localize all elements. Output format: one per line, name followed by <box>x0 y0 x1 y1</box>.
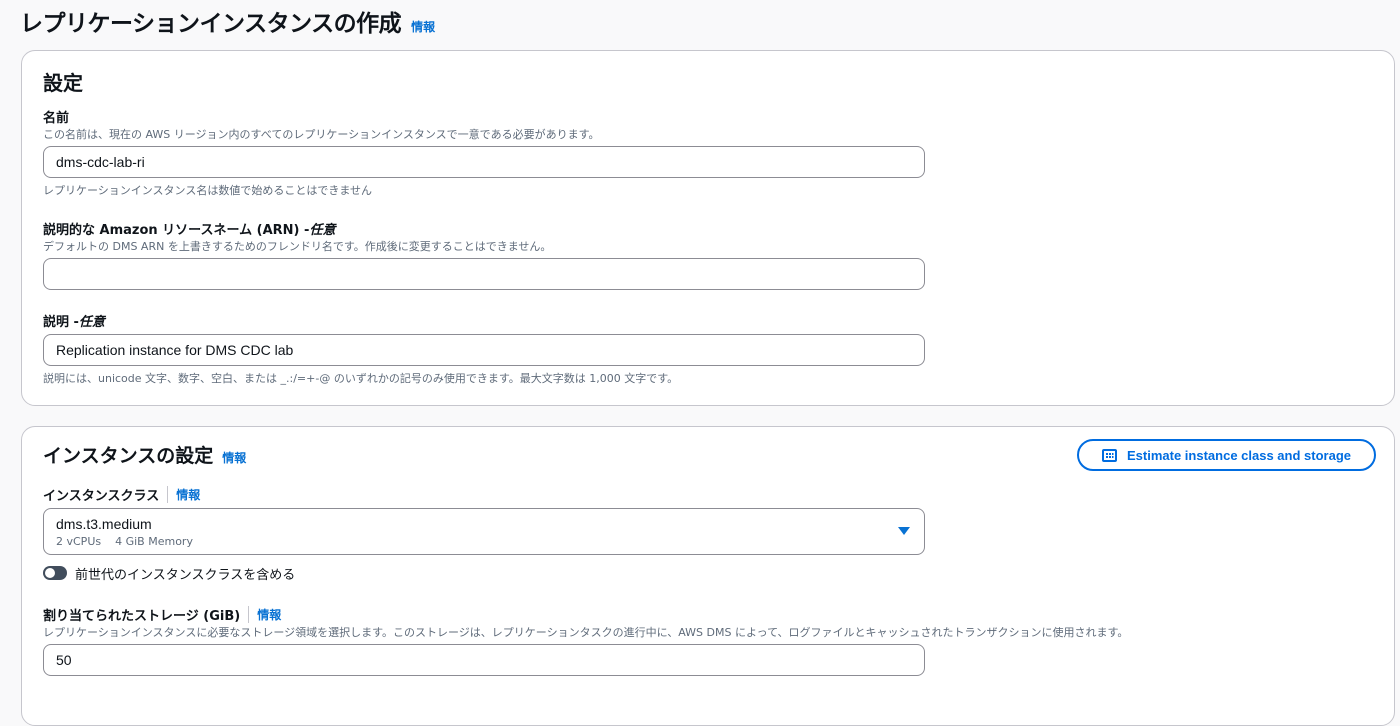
instance-heading-text: インスタンスの設定 <box>43 445 214 467</box>
settings-heading-text: 設定 <box>43 71 83 95</box>
arn-label: 説明的な Amazon リソースネーム (ARN) - 任意 <box>43 219 335 238</box>
previous-generation-label: 前世代のインスタンスクラスを含める <box>75 568 296 583</box>
arn-description: デフォルトの DMS ARN を上書きするためのフレンドリ名です。作成後に変更す… <box>43 240 552 253</box>
previous-generation-toggle[interactable] <box>43 566 67 580</box>
instance-info-link[interactable]: 情報 <box>222 449 246 466</box>
vcpu-count: 2 vCPUs <box>56 535 102 548</box>
name-hint: レプリケーションインスタンス名は数値で始めることはできません <box>43 184 373 197</box>
name-label-text: 名前 <box>43 111 70 126</box>
page-title: レプリケーションインスタンスの作成 <box>20 11 402 37</box>
arn-input[interactable] <box>43 258 925 290</box>
settings-heading: 設定 <box>43 67 83 96</box>
instance-settings-panel: インスタンスの設定 情報 Estimate instance class and… <box>21 426 1395 726</box>
description-optional: 任意 <box>78 315 105 330</box>
instance-heading: インスタンスの設定 情報 <box>43 441 246 468</box>
instance-class-info-link[interactable]: 情報 <box>176 486 200 503</box>
label-divider <box>248 606 250 623</box>
name-description: この名前は、現在の AWS リージョン内のすべてのレプリケーションインスタンスで… <box>43 128 600 141</box>
page-info-link[interactable]: 情報 <box>411 18 435 35</box>
storage-label-text: 割り当てられたストレージ (GiB) <box>43 609 241 624</box>
arn-optional: 任意 <box>309 223 336 238</box>
instance-class-meta: 2 vCPUs 4 GiB Memory <box>56 535 193 548</box>
description-hint: 説明には、unicode 文字、数字、空白、または _.:/=+-@ のいずれか… <box>43 372 679 385</box>
storage-input[interactable] <box>43 644 925 676</box>
description-label: 説明 - 任意 <box>43 311 105 330</box>
settings-panel: 設定 名前 この名前は、現在の AWS リージョン内のすべてのレプリケーションイ… <box>21 50 1395 406</box>
instance-class-select[interactable]: dms.t3.medium 2 vCPUs 4 GiB Memory <box>43 508 925 555</box>
storage-description: レプリケーションインスタンスに必要なストレージ領域を選択します。このストレージは… <box>43 626 1129 639</box>
page-header: レプリケーションインスタンスの作成 情報 <box>20 4 435 38</box>
description-label-text: 説明 - <box>43 315 79 330</box>
storage-info-link[interactable]: 情報 <box>257 606 281 623</box>
arn-label-text: 説明的な Amazon リソースネーム (ARN) - <box>43 223 310 238</box>
calculator-icon <box>1102 448 1117 462</box>
memory-size: 4 GiB Memory <box>115 535 193 548</box>
instance-class-value: dms.t3.medium <box>56 516 152 532</box>
description-input[interactable] <box>43 334 925 366</box>
name-input[interactable] <box>43 146 925 178</box>
estimate-instance-button[interactable]: Estimate instance class and storage <box>1077 439 1376 471</box>
toggle-knob <box>45 568 55 578</box>
storage-label: 割り当てられたストレージ (GiB) 情報 <box>43 605 281 624</box>
instance-class-label: インスタンスクラス 情報 <box>43 485 200 504</box>
name-label: 名前 <box>43 107 69 126</box>
estimate-button-label: Estimate instance class and storage <box>1127 447 1351 463</box>
label-divider <box>167 486 169 503</box>
caret-down-icon <box>898 527 910 535</box>
instance-class-label-text: インスタンスクラス <box>43 489 160 504</box>
